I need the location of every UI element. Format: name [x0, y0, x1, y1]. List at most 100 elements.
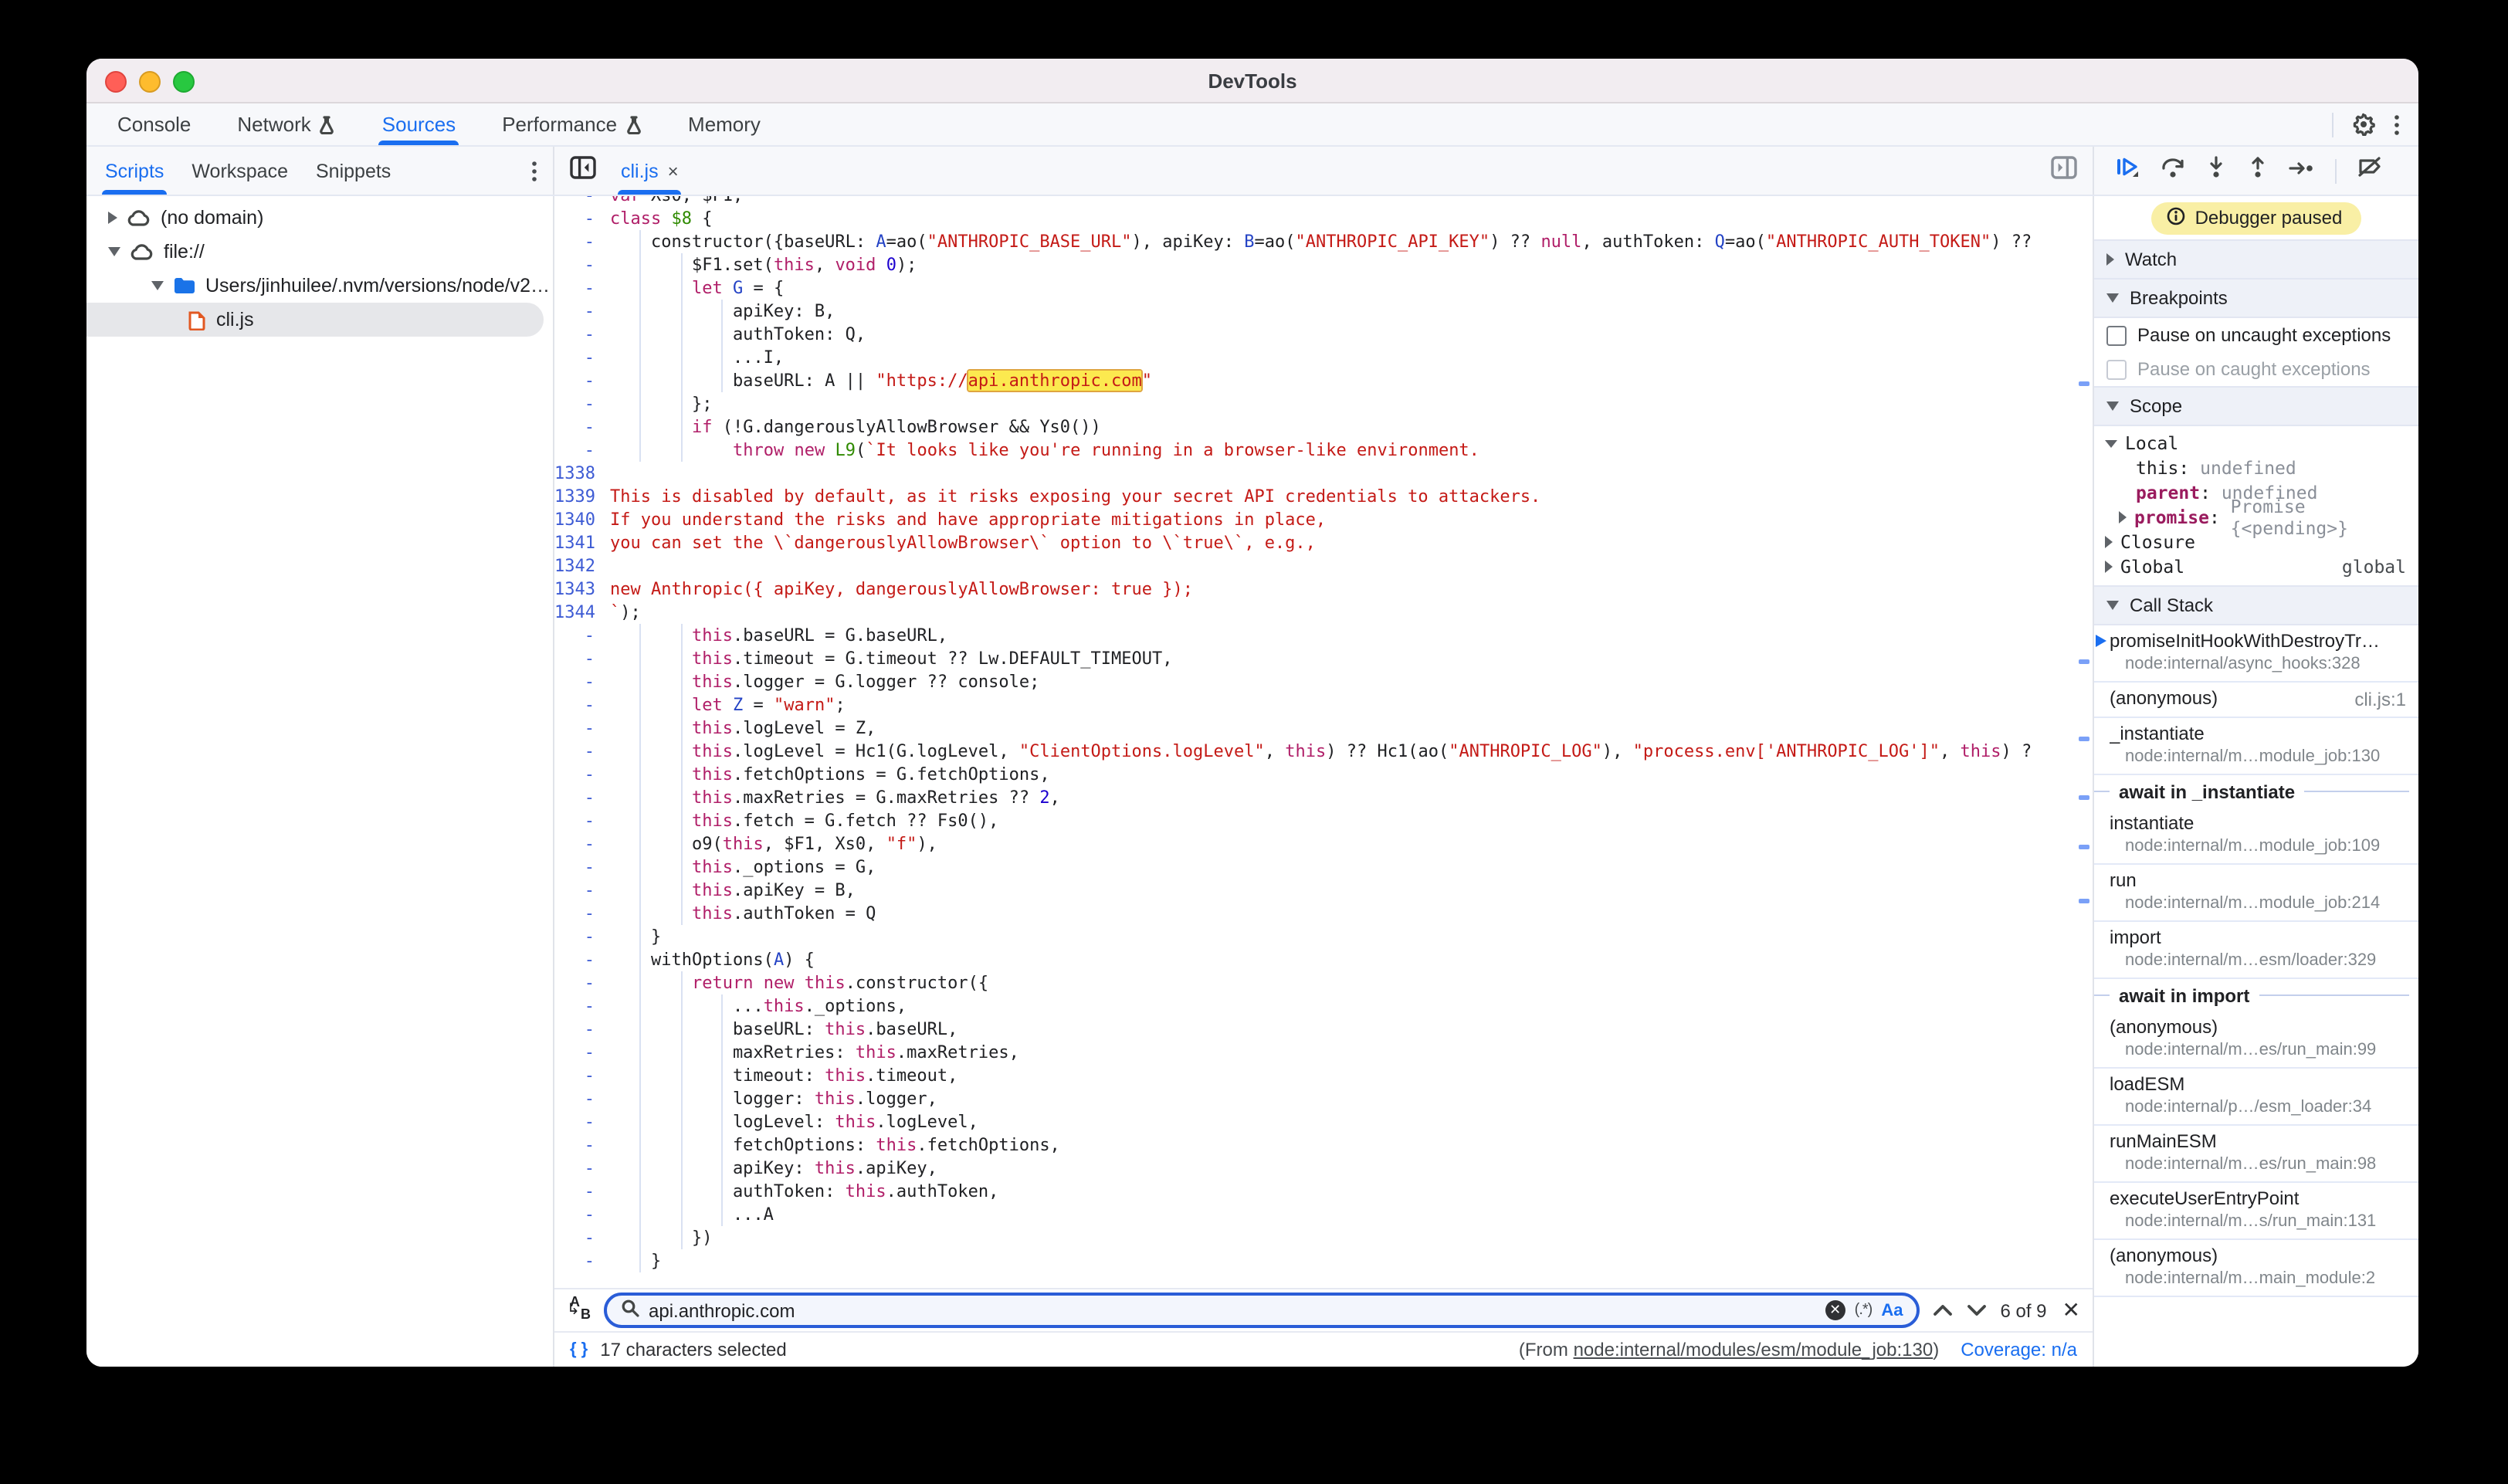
resume-script-button[interactable]	[2116, 156, 2140, 185]
step-out-button[interactable]	[2247, 155, 2269, 186]
section-scope[interactable]: Scope	[2094, 386, 2418, 426]
clear-search-icon[interactable]: ✕	[1825, 1300, 1845, 1320]
code-line[interactable]: - logLevel: this.logLevel,	[554, 1110, 2093, 1133]
call-stack-frame[interactable]: (anonymous)node:internal/m…main_module:2	[2094, 1240, 2418, 1297]
step-into-button[interactable]	[2205, 155, 2227, 186]
code-line[interactable]: - fetchOptions: this.fetchOptions,	[554, 1133, 2093, 1157]
settings-gear-icon[interactable]	[2352, 113, 2375, 136]
tab-snippets[interactable]: Snippets	[316, 147, 391, 195]
line-number[interactable]: -	[554, 832, 605, 856]
line-number[interactable]: 1338	[554, 462, 605, 485]
pause-caught-exceptions-option[interactable]: Pause on caught exceptions	[2094, 352, 2418, 386]
call-stack-frame[interactable]: runnode:internal/m…module_job:214	[2094, 865, 2418, 922]
line-number[interactable]: -	[554, 207, 605, 230]
tree-item-no-domain[interactable]: (no domain)	[86, 201, 553, 235]
code-line[interactable]: - return new this.constructor({	[554, 971, 2093, 994]
hide-navigator-icon[interactable]	[570, 155, 596, 186]
code-line[interactable]: 1341you can set the \`dangerouslyAllowBr…	[554, 531, 2093, 554]
code-line[interactable]: - let Z = "warn";	[554, 693, 2093, 717]
line-number[interactable]: -	[554, 439, 605, 462]
line-number[interactable]: -	[554, 1157, 605, 1180]
line-number[interactable]: -	[554, 763, 605, 786]
code-line[interactable]: - maxRetries: this.maxRetries,	[554, 1041, 2093, 1064]
line-number[interactable]: -	[554, 856, 605, 879]
line-number[interactable]: 1341	[554, 531, 605, 554]
section-call-stack[interactable]: Call Stack	[2094, 585, 2418, 625]
code-line[interactable]: 1342	[554, 554, 2093, 578]
step-button[interactable]	[2289, 157, 2315, 185]
line-number[interactable]: -	[554, 392, 605, 415]
source-mapping-link[interactable]: node:internal/modules/esm/module_job:130	[1574, 1339, 1934, 1360]
line-number[interactable]: -	[554, 1018, 605, 1041]
line-number[interactable]: -	[554, 1226, 605, 1249]
code-line[interactable]: - ...this._options,	[554, 994, 2093, 1018]
code-line[interactable]: - authToken: Q,	[554, 323, 2093, 346]
code-line[interactable]: - this.maxRetries = G.maxRetries ?? 2,	[554, 786, 2093, 809]
scope-entry-promise[interactable]: promise: Promise {<pending>}	[2094, 505, 2418, 530]
line-number[interactable]: -	[554, 230, 605, 253]
code-line[interactable]: -class $8 {	[554, 207, 2093, 230]
zoom-window-button[interactable]	[173, 71, 195, 93]
scope-global[interactable]: Global global	[2094, 554, 2418, 579]
code-line[interactable]: - };	[554, 392, 2093, 415]
code-line[interactable]: - $F1.set(this, void 0);	[554, 253, 2093, 276]
line-number[interactable]: -	[554, 948, 605, 971]
call-stack-frame[interactable]: _instantiatenode:internal/m…module_job:1…	[2094, 718, 2418, 775]
code-line[interactable]: - apiKey: B,	[554, 300, 2093, 323]
code-line[interactable]: - this.apiKey = B,	[554, 879, 2093, 902]
line-number[interactable]: 1339	[554, 485, 605, 508]
minimize-window-button[interactable]	[139, 71, 161, 93]
code-line[interactable]: - this.logger = G.logger ?? console;	[554, 670, 2093, 693]
coverage-link[interactable]: Coverage: n/a	[1961, 1339, 2077, 1360]
line-number[interactable]: -	[554, 925, 605, 948]
code-viewport[interactable]: -var Xs0, $F1;-class $8 {- constructor({…	[554, 196, 2093, 1288]
pretty-print-icon[interactable]: { }	[570, 1340, 588, 1359]
code-line[interactable]: - baseURL: A || "https://api.anthropic.c…	[554, 369, 2093, 392]
code-line[interactable]: - }	[554, 1249, 2093, 1272]
code-line[interactable]: - throw new L9(`It looks like you're run…	[554, 439, 2093, 462]
code-line[interactable]: - o9(this, $F1, Xs0, "f"),	[554, 832, 2093, 856]
code-line[interactable]: 1340If you understand the risks and have…	[554, 508, 2093, 531]
line-number[interactable]: -	[554, 902, 605, 925]
code-line[interactable]: - this.logLevel = Z,	[554, 717, 2093, 740]
code-line[interactable]: - authToken: this.authToken,	[554, 1180, 2093, 1203]
line-number[interactable]: -	[554, 670, 605, 693]
show-debugger-sidebar-icon[interactable]	[2051, 155, 2077, 186]
line-number[interactable]: -	[554, 1064, 605, 1087]
tree-item-node-folder[interactable]: Users/jinhuilee/.nvm/versions/node/v2…	[86, 269, 553, 303]
line-number[interactable]: -	[554, 693, 605, 717]
section-breakpoints[interactable]: Breakpoints	[2094, 280, 2418, 318]
code-line[interactable]: -var Xs0, $F1;	[554, 196, 2093, 207]
call-stack-frame[interactable]: executeUserEntryPointnode:internal/m…s/r…	[2094, 1183, 2418, 1240]
line-number[interactable]: -	[554, 1249, 605, 1272]
code-line[interactable]: - }	[554, 925, 2093, 948]
line-number[interactable]: -	[554, 1180, 605, 1203]
line-number[interactable]: -	[554, 1041, 605, 1064]
line-number[interactable]: -	[554, 717, 605, 740]
tab-performance[interactable]: Performance	[499, 103, 645, 145]
line-number[interactable]: -	[554, 786, 605, 809]
chevron-down-icon[interactable]	[151, 281, 164, 290]
line-number[interactable]: -	[554, 624, 605, 647]
code-line[interactable]: 1338	[554, 462, 2093, 485]
line-number[interactable]: -	[554, 1203, 605, 1226]
regex-toggle[interactable]: (.*)	[1855, 1302, 1873, 1319]
code-line[interactable]: - this.baseURL = G.baseURL,	[554, 624, 2093, 647]
line-number[interactable]: -	[554, 323, 605, 346]
checkbox-icon[interactable]	[2106, 325, 2127, 345]
code-line[interactable]: - if (!G.dangerouslyAllowBrowser && Ys0(…	[554, 415, 2093, 439]
code-line[interactable]: 1343new Anthropic({ apiKey, dangerouslyA…	[554, 578, 2093, 601]
code-line[interactable]: - this.authToken = Q	[554, 902, 2093, 925]
editor-tab-clijs[interactable]: cli.js ×	[618, 147, 682, 195]
search-input[interactable]: api.anthropic.com ✕ (.*) Aa	[604, 1293, 1920, 1328]
close-window-button[interactable]	[105, 71, 127, 93]
line-number[interactable]: -	[554, 346, 605, 369]
line-number[interactable]: -	[554, 1133, 605, 1157]
line-number[interactable]: 1344	[554, 601, 605, 624]
tab-console[interactable]: Console	[114, 103, 194, 145]
code-line[interactable]: 1344`);	[554, 601, 2093, 624]
more-options-kebab-icon[interactable]	[2394, 114, 2400, 135]
code-line[interactable]: - logger: this.logger,	[554, 1087, 2093, 1110]
code-line[interactable]: - })	[554, 1226, 2093, 1249]
close-tab-icon[interactable]: ×	[668, 160, 679, 181]
